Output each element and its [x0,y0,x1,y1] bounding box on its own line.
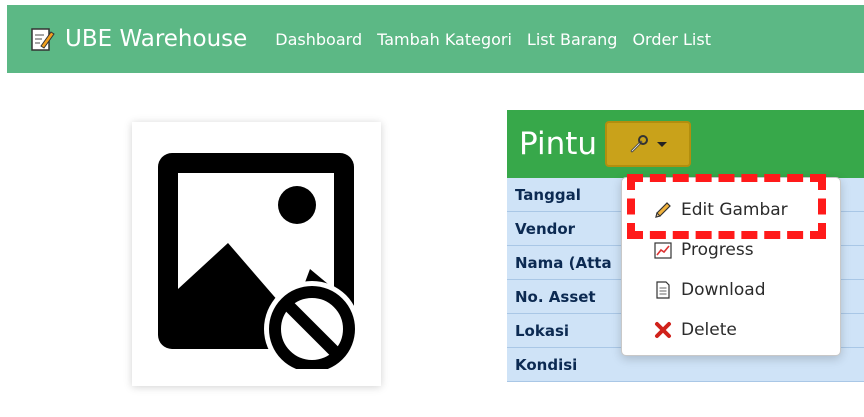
row-label-kondisi: Kondisi [515,355,578,374]
chart-icon [652,239,674,261]
row-label-tanggal: Tanggal [515,185,581,204]
row-label-lokasi: Lokasi [515,321,570,340]
memo-icon [31,28,55,51]
nav-links: Dashboard Tambah Kategori List Barang Or… [275,30,726,49]
menu-item-label: Progress [681,240,754,260]
menu-item-label: Download [681,280,766,300]
menu-item-delete[interactable]: Delete [622,310,840,350]
menu-item-edit-gambar[interactable]: Edit Gambar [622,190,840,230]
chevron-down-icon [657,141,668,147]
menu-item-download[interactable]: Download [622,270,840,310]
brand-title: UBE Warehouse [65,26,248,52]
nav-link-list-barang[interactable]: List Barang [527,30,618,49]
tools-dropdown-button[interactable] [605,121,692,167]
tools-dropdown-menu: Edit Gambar Progress Download Delete [621,177,841,356]
nav-link-order-list[interactable]: Order List [632,30,711,49]
menu-item-progress[interactable]: Progress [622,230,840,270]
nav-link-dashboard[interactable]: Dashboard [275,30,362,49]
row-label-no-asset: No. Asset [515,287,596,306]
pencil-icon [652,199,674,221]
wrench-icon [630,135,649,153]
no-image-icon [157,153,360,369]
item-image-card [132,122,381,386]
panel-header: Pintu [507,110,864,178]
cross-icon [652,319,674,341]
menu-item-label: Delete [681,320,737,340]
navbar: UBE Warehouse Dashboard Tambah Kategori … [7,5,864,73]
nav-link-tambah-kategori[interactable]: Tambah Kategori [377,30,512,49]
menu-item-label: Edit Gambar [681,200,788,220]
panel-title: Pintu [519,126,598,162]
row-label-nama: Nama (Atta [515,253,612,272]
row-label-vendor: Vendor [515,219,576,238]
brand[interactable]: UBE Warehouse [29,26,247,52]
document-icon [652,279,674,301]
